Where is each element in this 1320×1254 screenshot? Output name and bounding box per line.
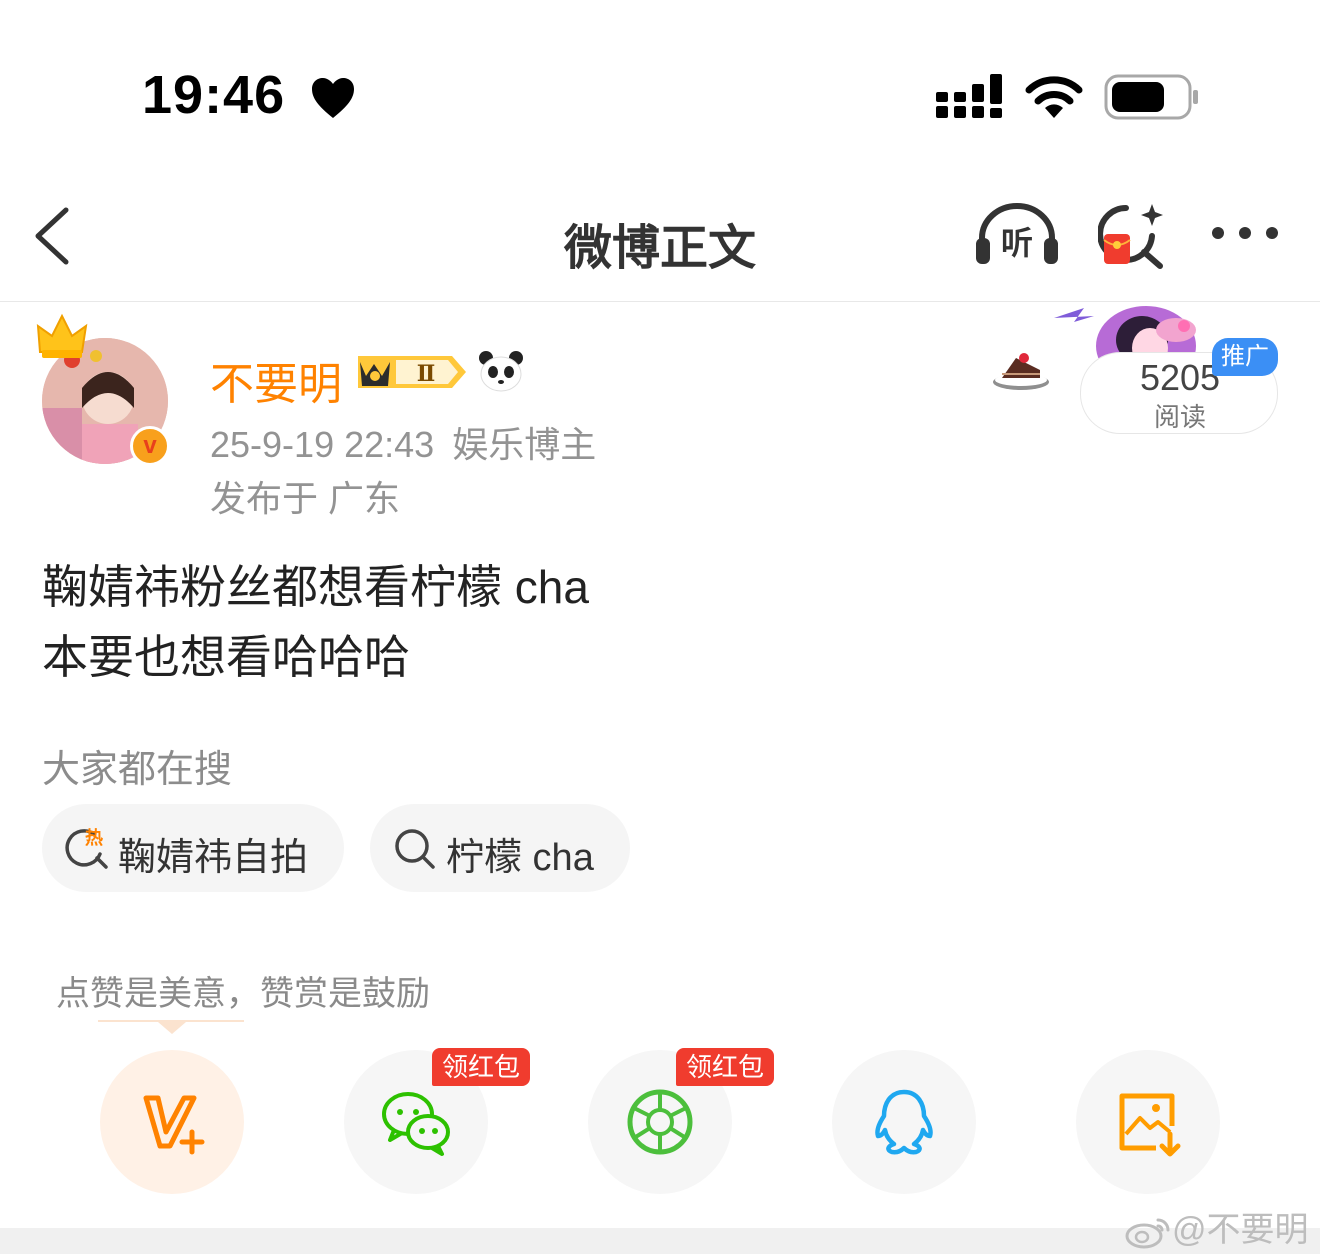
watermark-text: @不要明	[1172, 1211, 1309, 1249]
vip-member-badge[interactable]: Ⅱ	[356, 352, 468, 392]
hot-badge-text: 热	[85, 827, 103, 849]
verified-badge: v	[130, 426, 170, 466]
hot-search-label: 大家都在搜	[42, 749, 233, 791]
cake-icon	[993, 353, 1049, 390]
read-count-label: 阅读	[1153, 402, 1206, 432]
wifi-icon	[1025, 76, 1083, 118]
status-bar: 19:46	[0, 0, 1320, 170]
vplus-reward-button[interactable]	[100, 1050, 244, 1194]
hot-search-chip-text: 柠檬 cha	[446, 837, 594, 879]
save-image-icon	[1119, 1093, 1181, 1157]
post-location: 发布于 广东	[210, 478, 401, 519]
hot-search-chip[interactable]: 热 鞠婧祎自拍	[42, 804, 344, 892]
qq-icon	[875, 1089, 933, 1155]
wechat-icon	[382, 1092, 450, 1156]
svg-text:听: 听	[1001, 224, 1033, 262]
post-content: 鞠婧祎粉丝都想看柠檬 cha 本要也想看哈哈哈	[42, 552, 589, 692]
bottom-divider	[0, 1228, 1320, 1254]
status-time: 19:46	[142, 65, 286, 125]
v-plus-icon	[143, 1095, 205, 1155]
hot-search-icon: 热	[65, 827, 108, 869]
red-packet-search-icon[interactable]	[1098, 200, 1168, 270]
hint-pointer	[158, 1022, 186, 1034]
user-category: 娱乐博主	[452, 424, 597, 465]
username[interactable]: 不要明	[210, 348, 342, 412]
nav-bar: 微博正文 听	[0, 170, 1320, 302]
battery-icon	[1104, 74, 1198, 120]
red-packet-tag[interactable]: 领红包	[432, 1048, 530, 1086]
member-level-text: Ⅱ	[417, 361, 436, 387]
share-qq-button[interactable]	[832, 1050, 976, 1194]
reward-hint: 点赞是美意，赞赏是鼓励	[56, 975, 430, 1013]
post-timestamp: 25-9-19 22:43	[210, 424, 435, 465]
weibo-watermark: @不要明	[1124, 1202, 1309, 1251]
post-line: 鞠婧祎粉丝都想看柠檬 cha	[42, 561, 589, 613]
hot-search-chip-text: 鞠婧祎自拍	[118, 837, 309, 879]
weibo-logo-icon	[1125, 1218, 1170, 1249]
red-packet-tag[interactable]: 领红包	[676, 1048, 774, 1086]
crown-icon	[36, 313, 88, 358]
heart-icon	[312, 78, 354, 118]
cellular-signal-icon	[936, 74, 1002, 118]
hot-search-chip[interactable]: 柠檬 cha	[370, 804, 630, 892]
panda-icon	[479, 351, 523, 392]
search-icon	[395, 829, 435, 869]
post-meta: 25-9-19 22:43 娱乐博主	[210, 416, 596, 468]
avatar-container[interactable]: v	[34, 312, 184, 472]
moments-icon	[627, 1089, 693, 1155]
more-options-icon[interactable]	[1210, 222, 1280, 244]
post-line: 本要也想看哈哈哈	[42, 631, 410, 683]
save-image-button[interactable]	[1076, 1050, 1220, 1194]
listen-headphones-icon[interactable]: 听	[974, 200, 1060, 270]
promote-badge[interactable]: 推广	[1212, 338, 1278, 376]
